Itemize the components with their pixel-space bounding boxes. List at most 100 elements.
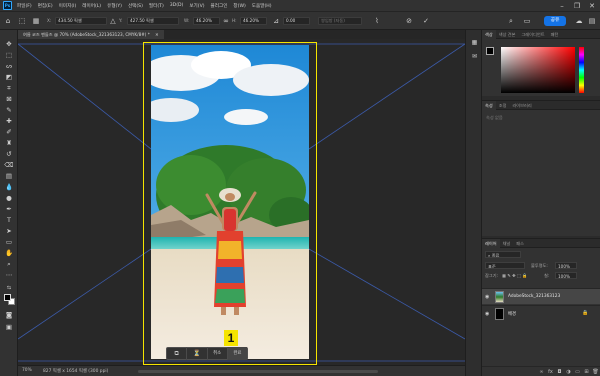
frame-tool-icon[interactable]: ⊠ [3, 95, 15, 103]
eyedropper-tool-icon[interactable]: ✎ [3, 106, 15, 114]
close-tab-icon[interactable]: ✕ [155, 32, 159, 37]
brush-tool-icon[interactable]: ✐ [3, 128, 15, 136]
link-icon[interactable]: ∞ [221, 16, 231, 26]
menu-filter[interactable]: 필터(T) [149, 3, 164, 9]
maximize-icon[interactable]: ❐ [570, 0, 584, 12]
marquee-tool-icon[interactable]: ⬚ [3, 51, 15, 59]
dodge-tool-icon[interactable]: ● [3, 194, 15, 202]
menu-help[interactable]: 도움말(H) [252, 3, 272, 9]
blend-mode-select[interactable]: 표준 [485, 262, 525, 269]
document-info[interactable]: 827 픽셀 x 1654 픽셀 (300 ppi) [43, 368, 108, 374]
blur-tool-icon[interactable]: 💧 [3, 183, 15, 191]
document-tab[interactable]: 여름 코즈 벤들즈 @ 70% (AdobeStock_321363123, C… [18, 30, 164, 39]
eraser-tool-icon[interactable]: ⌫ [3, 161, 15, 169]
color-picker-field[interactable] [501, 47, 575, 93]
tab-swatches[interactable]: 색상 견본 [496, 30, 519, 39]
link-layers-icon[interactable]: ∞ [537, 369, 546, 375]
beach-photo[interactable] [151, 45, 309, 359]
healing-brush-tool-icon[interactable]: ✚ [3, 117, 15, 125]
fill-field[interactable]: 100% [555, 272, 577, 279]
rotate-icon[interactable]: ⊿ [271, 16, 281, 26]
search-icon[interactable]: ⌕ [506, 16, 516, 26]
rotation-angle-field[interactable]: 0.00 [283, 17, 310, 25]
layer-style-icon[interactable]: fx [546, 369, 555, 375]
new-layer-icon[interactable]: ⊞ [582, 369, 591, 375]
workspace-icon[interactable]: ▭ [522, 16, 532, 26]
panels-icon[interactable]: ▤ [587, 16, 597, 26]
layer-row[interactable]: ◉ 배경 🔒 [482, 305, 600, 321]
new-group-icon[interactable]: ▭ [573, 369, 582, 375]
zoom-level[interactable]: 70% [22, 368, 32, 373]
type-tool-icon[interactable]: T [3, 216, 15, 224]
canvas-area[interactable]: ⧉ ⏳ 취소 완료 1 [18, 39, 465, 365]
tab-channels[interactable]: 채널 [500, 239, 514, 248]
rectangle-tool-icon[interactable]: ▭ [3, 238, 15, 246]
home-icon[interactable]: ⌂ [3, 16, 13, 26]
minimize-icon[interactable]: – [555, 0, 569, 12]
menu-select[interactable]: 선택(S) [128, 3, 143, 9]
menu-file[interactable]: 파일(F) [17, 3, 32, 9]
width-percent-field[interactable]: 46.20% [193, 17, 220, 25]
menu-plugins[interactable]: 플러그인 [211, 3, 228, 9]
screen-mode-icon[interactable]: ▣ [3, 323, 15, 331]
adjustment-layer-icon[interactable]: ◑ [564, 369, 573, 375]
foreground-color-swatch[interactable] [4, 294, 11, 301]
lock-options-icon[interactable]: ▦ ✎ ✥ ⬚ 🔒 [502, 272, 527, 279]
hand-tool-icon[interactable]: ✋ [3, 249, 15, 257]
y-position-field[interactable]: 427.50 픽셀 [127, 17, 179, 25]
relative-position-icon[interactable]: △ [108, 16, 118, 26]
layer-kind-filter[interactable]: ⌕ 종류 [485, 251, 521, 258]
more-tools-icon[interactable]: ⋯ [3, 271, 15, 279]
visibility-eye-icon[interactable]: ◉ [485, 294, 489, 300]
tab-patterns[interactable]: 패턴 [548, 30, 562, 39]
cancel-button[interactable]: 취소 [206, 347, 227, 360]
tab-gradients[interactable]: 그레이디언트 [518, 30, 547, 39]
interpolation-select[interactable]: 쌍입방 (자동) [318, 17, 362, 25]
tab-layers[interactable]: 레이어 [482, 238, 500, 248]
zoom-tool-icon[interactable]: ⌕ [3, 260, 15, 268]
history-panel-icon[interactable]: ▦ [470, 38, 479, 47]
cloud-icon[interactable]: ☁ [574, 16, 584, 26]
history-brush-tool-icon[interactable]: ↺ [3, 150, 15, 158]
swap-colors-icon[interactable]: ⇆ [3, 284, 15, 292]
height-percent-field[interactable]: 46.20% [240, 17, 267, 25]
visibility-eye-icon[interactable]: ◉ [485, 311, 489, 317]
comments-panel-icon[interactable]: ✉ [470, 52, 479, 61]
horizontal-scrollbar[interactable] [138, 370, 378, 373]
layer-row[interactable]: ◉ AdobeStock_321363123 [482, 288, 600, 304]
menu-3d[interactable]: 3D(D) [170, 3, 184, 8]
reference-point-icon[interactable]: ▦ [31, 16, 41, 26]
tab-color[interactable]: 색상 [482, 29, 496, 39]
menu-window[interactable]: 창(W) [233, 3, 245, 9]
menu-view[interactable]: 보기(V) [189, 3, 204, 9]
delete-layer-icon[interactable]: 🗑 [591, 369, 600, 375]
add-mask-icon[interactable]: ◘ [555, 369, 564, 375]
transform-options-icon[interactable]: ⧉ [167, 347, 186, 360]
opacity-field[interactable]: 100% [555, 262, 577, 269]
pen-tool-icon[interactable]: ✒ [3, 205, 15, 213]
hourglass-icon[interactable]: ⏳ [186, 347, 206, 360]
x-position-field[interactable]: 434.50 픽셀 [55, 17, 107, 25]
tab-paths[interactable]: 패스 [513, 239, 527, 248]
menu-type[interactable]: 유형(Y) [107, 3, 122, 9]
clone-stamp-tool-icon[interactable]: ♜ [3, 139, 15, 147]
object-select-tool-icon[interactable]: ◩ [3, 73, 15, 81]
tab-properties[interactable]: 속성 [482, 100, 496, 110]
warp-icon[interactable]: ⌇ [372, 16, 382, 26]
close-icon[interactable]: ✕ [585, 0, 599, 12]
menu-edit[interactable]: 편집(E) [38, 3, 53, 9]
move-tool-icon[interactable]: ✥ [3, 40, 15, 48]
transform-tool-icon[interactable]: ⬚ [17, 16, 27, 26]
path-select-tool-icon[interactable]: ➤ [3, 227, 15, 235]
lasso-tool-icon[interactable]: ᔕ [3, 62, 15, 70]
hue-slider[interactable] [579, 47, 584, 93]
crop-tool-icon[interactable]: ⌗ [3, 84, 15, 92]
commit-transform-icon[interactable]: ✓ [421, 16, 431, 26]
tab-libraries[interactable]: 라이브러리 [509, 101, 534, 110]
gradient-tool-icon[interactable]: ▤ [3, 172, 15, 180]
quick-mask-icon[interactable]: ◙ [3, 311, 15, 319]
cancel-transform-icon[interactable]: ⊘ [404, 16, 414, 26]
share-button[interactable]: 공유 [544, 16, 566, 26]
color-foreground-swatch[interactable] [486, 47, 494, 55]
menu-image[interactable]: 이미지(I) [59, 3, 77, 9]
